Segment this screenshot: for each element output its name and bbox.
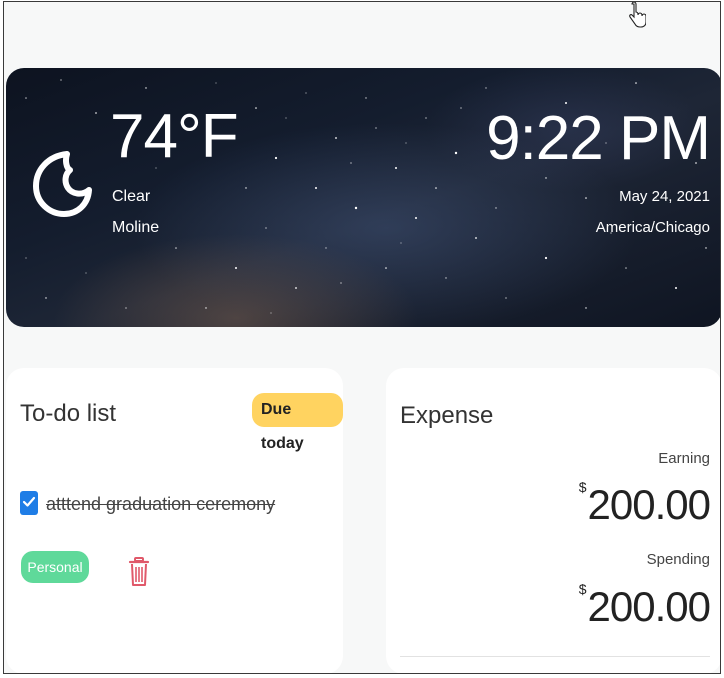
earning-label: Earning (658, 450, 710, 467)
due-today-badge: Due today (252, 393, 343, 452)
clock-timezone: America/Chicago (595, 219, 710, 236)
spending-currency: $ (578, 581, 587, 597)
todo-item-text[interactable]: atttend graduation ceremony (46, 494, 275, 515)
hand-cursor-icon (629, 2, 646, 28)
todo-checkbox[interactable] (20, 491, 38, 515)
todo-title: To-do list (20, 400, 117, 427)
earning-currency: $ (578, 479, 587, 495)
earning-amount: $200.00 (579, 480, 711, 528)
temperature: 74°F (110, 102, 239, 171)
moon-icon (33, 151, 92, 217)
todo-tag[interactable]: Personal (21, 551, 89, 583)
spending-amount: $200.00 (579, 582, 711, 630)
clock-date: May 24, 2021 (619, 188, 710, 205)
divider (400, 656, 710, 657)
expense-title: Expense (400, 402, 494, 429)
spending-value: 200.00 (587, 583, 711, 630)
expense-card: Expense Earning $200.00 Spending $200.00 (386, 368, 720, 673)
trash-icon[interactable] (128, 554, 150, 588)
weather-condition: Clear (112, 188, 151, 205)
earning-value: 200.00 (587, 481, 711, 528)
weather-clock-banner: 74°F Clear Moline 9:22 PM May 24, 2021 A… (6, 68, 720, 327)
todo-card: To-do list Due today atttend graduation … (6, 368, 343, 673)
checkmark-icon (22, 496, 36, 507)
clock-time: 9:22 PM (486, 104, 711, 173)
spending-label: Spending (646, 551, 710, 568)
weather-city: Moline (112, 219, 160, 236)
app-window: 74°F Clear Moline 9:22 PM May 24, 2021 A… (3, 1, 721, 674)
